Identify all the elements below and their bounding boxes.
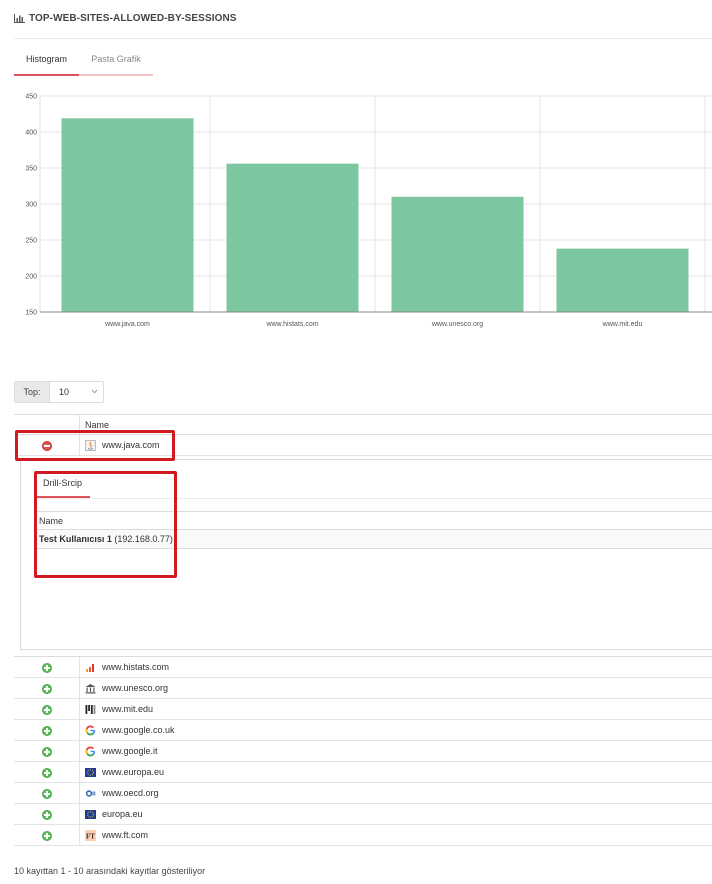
sites-table: Name www.java.com Drill-Srcip Name Test …: [14, 414, 712, 846]
bar[interactable]: [556, 248, 689, 312]
site-name: www.google.co.uk: [102, 725, 175, 735]
eu-flag-icon: [85, 768, 96, 777]
expand-row-button[interactable]: [42, 810, 52, 820]
detail-row: Test Kullanıcısı 1 (192.168.0.77): [35, 529, 712, 549]
svg-text:FT: FT: [86, 833, 95, 841]
expand-row-button[interactable]: [42, 663, 52, 673]
expand-row-button[interactable]: [42, 789, 52, 799]
expand-row-button[interactable]: [42, 768, 52, 778]
table-row: www.histats.com: [14, 657, 712, 678]
y-tick-label: 250: [25, 238, 37, 245]
row-detail-panel: Drill-Srcip Name Test Kullanıcısı 1 (192…: [14, 456, 712, 657]
expand-row-button[interactable]: [42, 831, 52, 841]
histats-icon: [86, 664, 94, 672]
widget-header: TOP-WEB-SITES-ALLOWED-BY-SESSIONS: [14, 13, 237, 24]
top-count-value: 10: [59, 387, 70, 397]
table-row: europa.eu: [14, 804, 712, 825]
chart-tabs: Histogram Pasta Grafik: [14, 50, 154, 76]
table-row: www.europa.eu: [14, 762, 712, 783]
top-selector: Top: 10: [14, 381, 104, 403]
oecd-icon: [85, 790, 96, 797]
tab-pasta-grafik[interactable]: Pasta Grafik: [79, 50, 153, 76]
mit-icon: [85, 705, 96, 714]
table-header: Name: [14, 414, 712, 435]
x-tick-label: www.histats.com: [265, 321, 318, 328]
expand-row-button[interactable]: [42, 747, 52, 757]
site-name: www.java.com: [102, 440, 160, 450]
chevron-down-icon: [91, 389, 98, 394]
detail-column-header-name: Name: [39, 516, 64, 526]
google-icon: [85, 725, 96, 736]
table-row: www.mit.edu: [14, 699, 712, 720]
detail-user-name: Test Kullanıcısı 1: [39, 534, 112, 544]
table-info: 10 kayıttan 1 - 10 arasındaki kayıtlar g…: [14, 866, 206, 876]
ft-icon: FT: [85, 830, 96, 841]
y-tick-label: 200: [25, 274, 37, 281]
expand-row-button[interactable]: [42, 726, 52, 736]
expand-row-button[interactable]: [42, 705, 52, 715]
site-name: www.mit.edu: [102, 704, 154, 714]
histogram-chart: 150 200 250 300 350 400 450 www.java.com www.hi…: [25, 94, 712, 328]
widget-title: TOP-WEB-SITES-ALLOWED-BY-SESSIONS: [29, 13, 237, 24]
top-label: Top:: [14, 381, 50, 403]
tab-drill-srcip[interactable]: Drill-Srcip: [35, 474, 90, 498]
site-name: europa.eu: [102, 809, 143, 819]
x-tick-label: www.unesco.org: [431, 321, 483, 328]
table-row: www.oecd.org: [14, 783, 712, 804]
site-name: www.google.it: [102, 746, 158, 756]
y-tick-label: 300: [25, 202, 37, 209]
y-tick-label: 350: [25, 166, 37, 173]
y-tick-label: 400: [25, 130, 37, 137]
bar[interactable]: [226, 163, 359, 312]
google-icon: [85, 746, 96, 757]
y-tick-label: 150: [25, 310, 37, 317]
unesco-icon: [85, 684, 96, 694]
bar-chart-icon: [14, 14, 25, 23]
collapse-row-button[interactable]: [42, 441, 52, 451]
bar[interactable]: [391, 196, 524, 312]
site-name: www.europa.eu: [102, 767, 165, 777]
site-name: www.oecd.org: [102, 788, 159, 798]
java-icon: [85, 440, 96, 451]
y-axis-labels: 150 200 250 300 350 400 450: [25, 94, 37, 317]
site-name: www.histats.com: [102, 662, 170, 672]
x-tick-label: www.mit.edu: [602, 321, 643, 328]
detail-user-ip: (192.168.0.77): [114, 534, 173, 544]
tab-histogram[interactable]: Histogram: [14, 50, 79, 76]
x-tick-label: www.java.com: [104, 321, 150, 328]
drill-panel: Drill-Srcip Name Test Kullanıcısı 1 (192…: [20, 459, 712, 650]
table-row: www.google.co.uk: [14, 720, 712, 741]
site-name: www.unesco.org: [102, 683, 169, 693]
header-divider: [14, 38, 712, 39]
table-row: www.unesco.org: [14, 678, 712, 699]
top-count-select[interactable]: 10: [50, 381, 104, 403]
column-header-name: Name: [85, 420, 110, 430]
bar[interactable]: [61, 118, 194, 312]
site-name: www.ft.com: [102, 830, 149, 840]
eu-flag-icon: [85, 810, 96, 819]
expand-row-button[interactable]: [42, 684, 52, 694]
x-axis-labels: www.java.com www.histats.com www.unesco.or…: [104, 321, 642, 328]
y-tick-label: 450: [25, 94, 37, 101]
table-row: FT www.ft.com: [14, 825, 712, 846]
table-row: www.google.it: [14, 741, 712, 762]
table-row: www.java.com: [14, 435, 712, 456]
